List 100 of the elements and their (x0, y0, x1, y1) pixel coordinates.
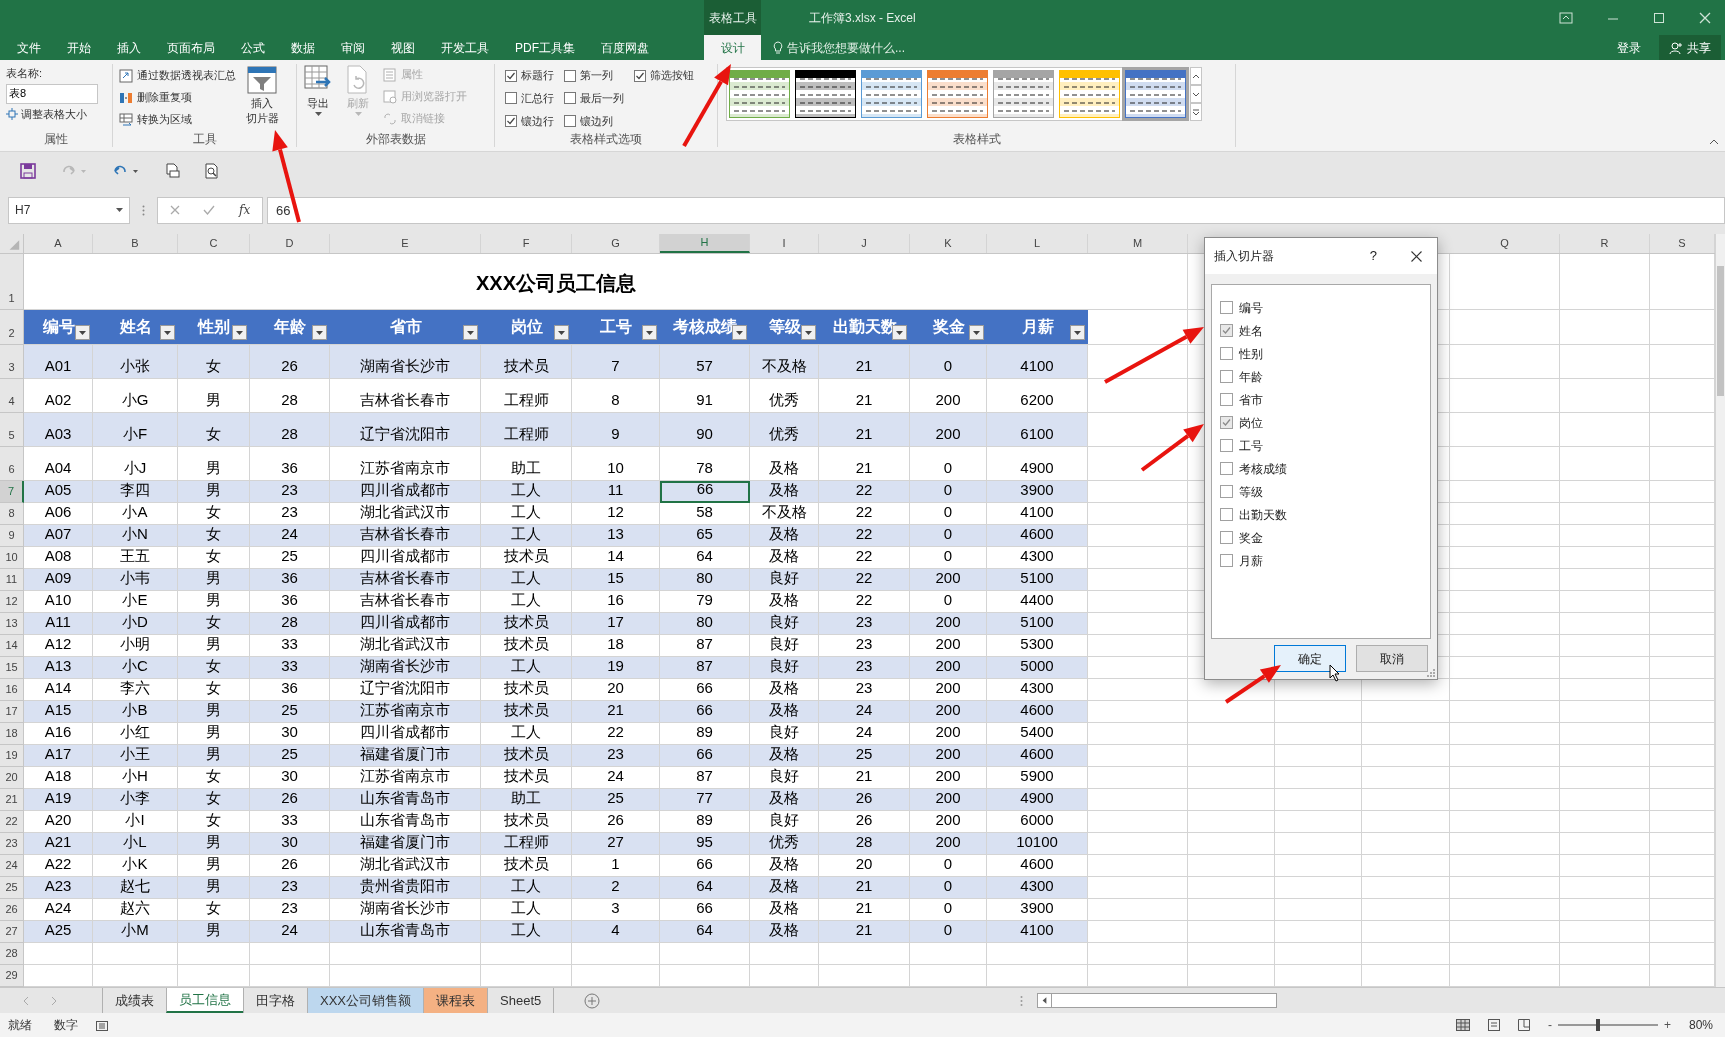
table-cell[interactable]: A19 (24, 789, 93, 811)
table-cell[interactable]: 工人 (481, 921, 572, 943)
row-header[interactable]: 2 (0, 310, 24, 345)
row-header[interactable]: 10 (0, 547, 24, 569)
formula-input[interactable]: 66 (267, 196, 1725, 224)
table-cell[interactable]: 小王 (93, 745, 178, 767)
field-checkbox[interactable]: 编号 (1220, 297, 1430, 318)
table-cell[interactable]: 良好 (750, 657, 819, 679)
table-cell[interactable]: 男 (178, 701, 250, 723)
save-icon[interactable] (20, 163, 36, 179)
table-cell[interactable]: 小N (93, 525, 178, 547)
table-cell[interactable]: 5000 (987, 657, 1088, 679)
share-button[interactable]: 共享 (1659, 35, 1721, 60)
table-cell[interactable]: 小F (93, 413, 178, 447)
table-cell[interactable]: 男 (178, 921, 250, 943)
table-cell[interactable]: 7 (572, 345, 660, 379)
table-cell[interactable]: 小张 (93, 345, 178, 379)
table-cell[interactable]: 21 (819, 413, 910, 447)
filter-button[interactable] (554, 325, 569, 340)
table-cell[interactable]: A17 (24, 745, 93, 767)
table-cell[interactable]: 30 (250, 833, 330, 855)
column-header[interactable]: B (93, 234, 178, 253)
table-style-swatch[interactable] (1125, 70, 1186, 118)
ribbon-tab[interactable]: 开始 (54, 35, 104, 60)
table-cell[interactable]: 工人 (481, 481, 572, 503)
table-cell[interactable]: 5100 (987, 569, 1088, 591)
style-option-checkbox[interactable]: 筛选按钮 (634, 66, 694, 85)
column-header[interactable]: E (330, 234, 481, 253)
table-cell[interactable]: 小M (93, 921, 178, 943)
table-cell[interactable]: A21 (24, 833, 93, 855)
ribbon-tab[interactable]: 插入 (104, 35, 154, 60)
ok-button[interactable]: 确定 (1274, 645, 1346, 672)
table-cell[interactable]: 及格 (750, 921, 819, 943)
table-cell[interactable]: 200 (910, 613, 987, 635)
row-header[interactable]: 25 (0, 877, 24, 899)
table-cell[interactable]: 200 (910, 569, 987, 591)
table-cell[interactable]: A05 (24, 481, 93, 503)
row-header[interactable]: 16 (0, 679, 24, 701)
table-style-swatch[interactable] (795, 70, 856, 118)
field-checkbox[interactable]: 姓名 (1220, 320, 1430, 341)
table-cell[interactable]: 及格 (750, 745, 819, 767)
table-cell[interactable]: 良好 (750, 613, 819, 635)
cancel-button[interactable]: 取消 (1356, 645, 1428, 672)
table-style-swatch[interactable] (927, 70, 988, 118)
style-option-checkbox[interactable]: 标题行 (505, 66, 554, 85)
table-cell[interactable]: 57 (660, 345, 750, 379)
ribbon-tab[interactable]: 审阅 (328, 35, 378, 60)
table-cell[interactable]: 23 (819, 613, 910, 635)
ribbon-tab[interactable]: 设计 (704, 35, 761, 60)
row-header[interactable]: 3 (0, 345, 24, 379)
table-cell[interactable]: 65 (660, 525, 750, 547)
row-header[interactable]: 18 (0, 723, 24, 745)
column-header[interactable]: I (750, 234, 819, 253)
table-cell[interactable]: 贵州省贵阳市 (330, 877, 481, 899)
table-cell[interactable]: 28 (250, 413, 330, 447)
table-cell[interactable]: 90 (660, 413, 750, 447)
row-header[interactable]: 17 (0, 701, 24, 723)
table-cell[interactable]: 四川省成都市 (330, 613, 481, 635)
row-header[interactable]: 4 (0, 379, 24, 413)
table-cell[interactable]: 22 (819, 481, 910, 503)
table-cell[interactable]: 19 (572, 657, 660, 679)
filter-button[interactable] (642, 325, 657, 340)
row-header[interactable]: 1 (0, 254, 24, 310)
table-cell[interactable]: 小韦 (93, 569, 178, 591)
table-cell[interactable]: 27 (572, 833, 660, 855)
row-header[interactable]: 15 (0, 657, 24, 679)
table-cell[interactable]: 22 (819, 525, 910, 547)
table-cell[interactable]: 17 (572, 613, 660, 635)
zoom-slider-thumb[interactable] (1596, 1019, 1601, 1031)
table-cell[interactable]: 21 (819, 345, 910, 379)
table-cell[interactable]: 福建省厦门市 (330, 745, 481, 767)
table-cell[interactable]: 优秀 (750, 833, 819, 855)
help-button[interactable]: ? (1369, 246, 1377, 266)
table-cell[interactable]: A25 (24, 921, 93, 943)
field-checkbox[interactable]: 等级 (1220, 481, 1430, 502)
table-cell[interactable]: 200 (910, 413, 987, 447)
table-cell[interactable]: 66 (660, 481, 750, 503)
table-cell[interactable]: 64 (660, 877, 750, 899)
table-cell[interactable]: 山东省青岛市 (330, 921, 481, 943)
table-cell[interactable]: 技术员 (481, 745, 572, 767)
table-cell[interactable]: 4100 (987, 921, 1088, 943)
sign-in-link[interactable]: 登录 (1617, 35, 1641, 60)
table-cell[interactable]: 23 (572, 745, 660, 767)
ribbon-tab[interactable]: 视图 (378, 35, 428, 60)
column-header[interactable]: K (910, 234, 987, 253)
row-header[interactable]: 29 (0, 965, 24, 987)
field-checkbox[interactable]: 奖金 (1220, 527, 1430, 548)
print-preview-icon[interactable] (204, 163, 220, 179)
row-header[interactable]: 6 (0, 447, 24, 481)
table-cell[interactable]: 男 (178, 833, 250, 855)
column-header[interactable]: R (1560, 234, 1650, 253)
table-cell[interactable]: 26 (250, 345, 330, 379)
table-style-swatch[interactable] (993, 70, 1054, 118)
table-cell[interactable]: 助工 (481, 789, 572, 811)
table-cell[interactable]: 24 (250, 921, 330, 943)
table-cell[interactable]: 工人 (481, 569, 572, 591)
table-cell[interactable]: 及格 (750, 877, 819, 899)
table-cell[interactable]: A13 (24, 657, 93, 679)
table-cell[interactable]: 25 (250, 701, 330, 723)
table-cell[interactable]: 23 (250, 481, 330, 503)
